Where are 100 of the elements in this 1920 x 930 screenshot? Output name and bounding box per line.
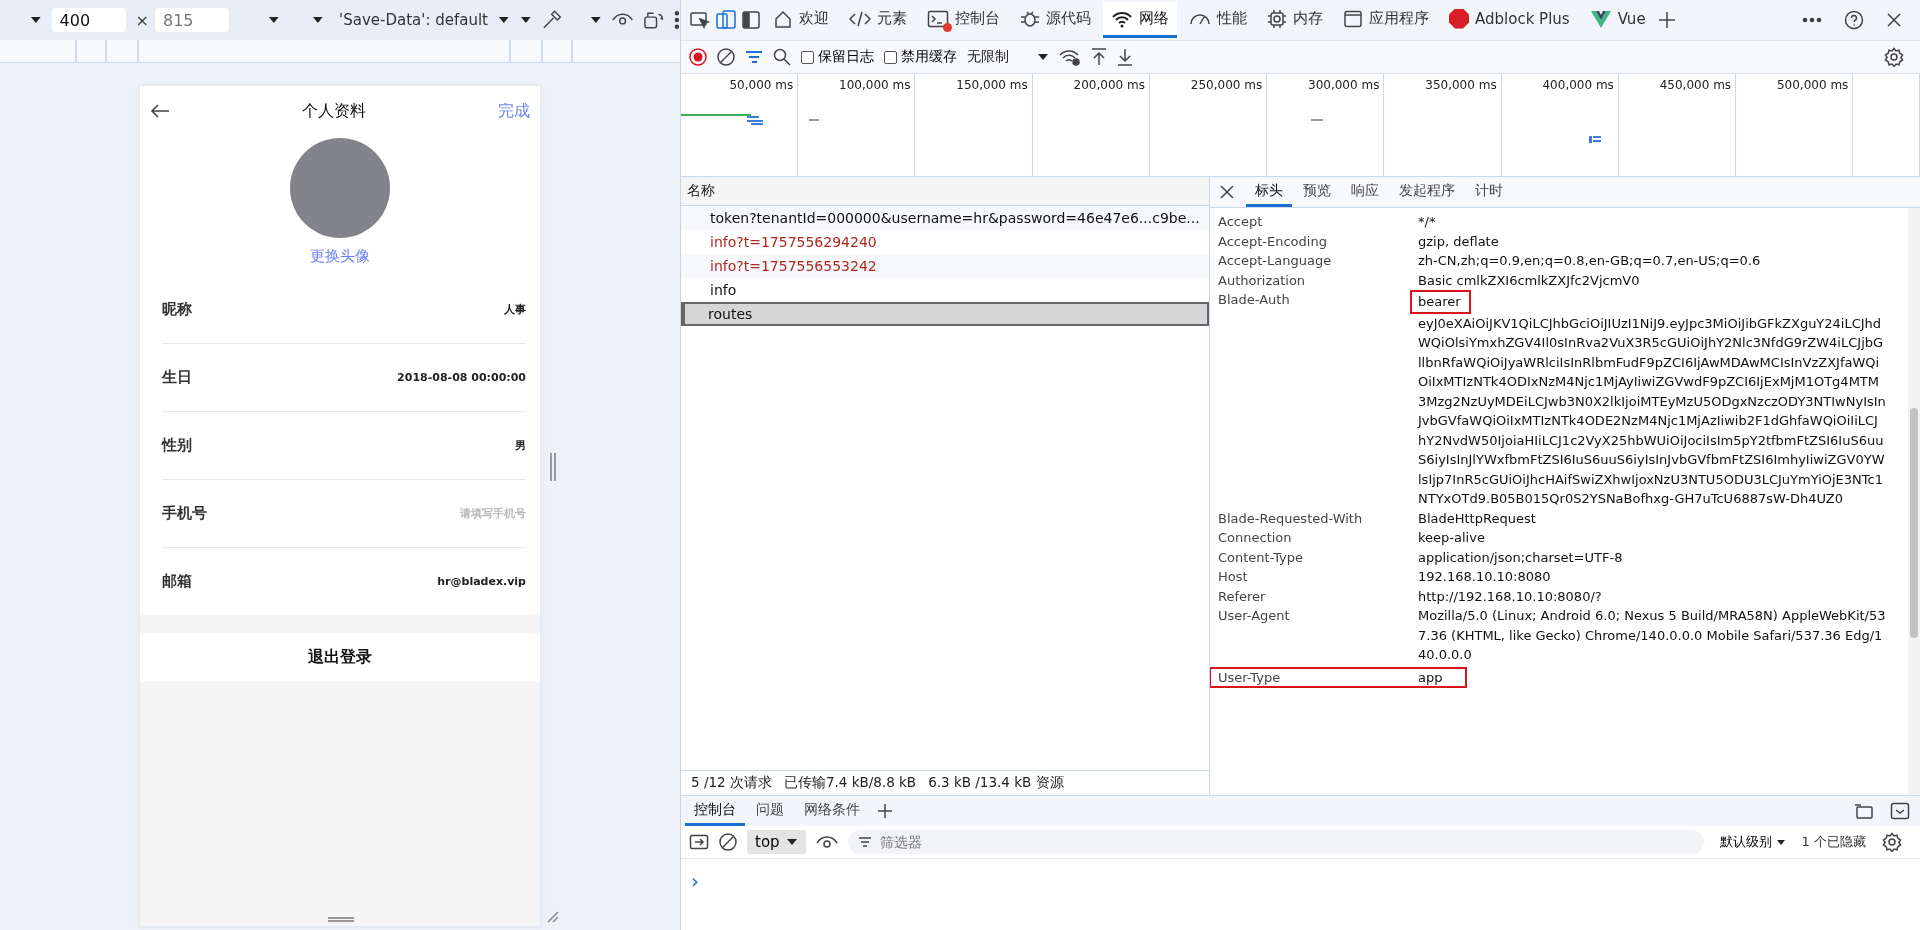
chip-icon[interactable] (1267, 8, 1287, 29)
clear-icon[interactable] (719, 833, 737, 851)
request-row[interactable]: info?t=1757556553242 (681, 254, 1209, 278)
devtools-tab[interactable]: 网络 (1103, 2, 1177, 38)
detail-tab[interactable]: 标头 (1246, 177, 1292, 207)
timeline-tick-label: 500,000 ms (1776, 78, 1849, 92)
settings-icon[interactable] (1882, 832, 1902, 852)
highlighted-header-row: User-Type app (1210, 667, 1466, 687)
header-row-text: Authorization Basic cmlkZXI6cmlkZXJfc2VjcmV0 (1217, 271, 1641, 290)
caret-icon[interactable] (1037, 53, 1049, 61)
devtools-tab[interactable]: 应用程序 (1335, 2, 1437, 38)
back-button[interactable] (150, 103, 170, 119)
more-icon[interactable] (1802, 17, 1822, 23)
devtools-tab[interactable]: 控制台 (919, 2, 1008, 38)
header-row-text: Accept-Language zh-CN,zh;q=0.9,en;q=0.8,en-GB;q=0.7,en-US;q=0.6 (1217, 252, 1762, 270)
header-row-text: Blade-Requested-With BladeHttpRequest (1217, 509, 1537, 528)
field-value: 2018-08-08 00:00:00 (397, 371, 526, 384)
change-avatar-link[interactable]: 更换头像 (310, 247, 370, 266)
page-title: 个人资料 (301, 100, 367, 122)
save-data-dropdown[interactable]: 'Save-Data': default (339, 11, 488, 29)
height-field[interactable]: 815 (155, 8, 229, 32)
filter-icon[interactable] (745, 49, 763, 65)
caret-icon[interactable] (498, 16, 510, 24)
drawer-tab[interactable]: 问题 (747, 796, 793, 826)
caret-icon[interactable] (311, 16, 324, 24)
drawer-tab[interactable]: 网络条件 (795, 796, 869, 826)
close-icon[interactable] (1220, 185, 1234, 199)
add-icon[interactable] (1657, 11, 1676, 29)
eye-icon[interactable] (611, 12, 633, 28)
network-settings-icon[interactable] (1059, 48, 1081, 66)
dock-icon[interactable] (1854, 802, 1874, 820)
settings-icon[interactable] (1884, 47, 1904, 67)
sidebar-icon[interactable] (689, 833, 709, 851)
filter-field[interactable]: 筛选器 (847, 830, 1704, 854)
caret-icon[interactable] (590, 16, 602, 24)
inspect-icon[interactable] (689, 10, 711, 30)
request-row[interactable]: info?t=1757556294240 (681, 230, 1209, 254)
resize-handle[interactable] (550, 453, 556, 481)
scrollbar-thumb[interactable] (1910, 408, 1918, 638)
request-row[interactable]: info (681, 278, 1209, 302)
done-button[interactable]: 完成 (498, 100, 530, 122)
error-badge (943, 22, 952, 32)
upload-icon[interactable] (1091, 48, 1107, 66)
devtools-tab[interactable]: Adblock Plus (1441, 2, 1578, 38)
record-icon[interactable] (689, 48, 707, 66)
eye-icon[interactable] (815, 834, 838, 850)
add-icon[interactable] (877, 803, 893, 819)
field-value: 人事 (504, 302, 526, 317)
console-prompt[interactable]: › (691, 869, 699, 893)
header-row-text: Connection keep-alive (1217, 529, 1486, 547)
devtools-tab[interactable]: 元素 (841, 2, 915, 38)
help-icon[interactable] (1844, 10, 1864, 30)
v-logo-icon[interactable] (1589, 8, 1612, 29)
disable-cache-checkbox[interactable]: 禁用缓存 (884, 48, 957, 66)
preserve-log-checkbox[interactable]: 保留日志 (801, 48, 874, 66)
console-icon[interactable] (927, 8, 949, 29)
timeline-tick-label: 350,000 ms (1425, 78, 1497, 92)
corner-resize-icon[interactable] (545, 909, 559, 923)
sidebar-icon[interactable] (741, 10, 761, 30)
devtools-tab[interactable]: 内存 (1259, 2, 1331, 38)
detail-tab[interactable]: 响应 (1342, 177, 1388, 207)
resize-handle[interactable] (328, 917, 354, 922)
close-icon[interactable] (1886, 12, 1902, 28)
clear-icon[interactable] (717, 48, 735, 66)
devtools-tab[interactable]: Vue (1581, 2, 1654, 38)
header-row-text: Host 192.168.10.10:8080 (1217, 568, 1552, 586)
logout-button[interactable]: 退出登录 (140, 633, 540, 681)
detail-tab[interactable]: 预览 (1294, 177, 1340, 207)
caret-icon[interactable] (30, 16, 42, 24)
collapse-icon[interactable] (1890, 802, 1910, 820)
caret-icon (785, 838, 798, 846)
devtools-tab[interactable]: 源代码 (1012, 2, 1099, 38)
request-row[interactable]: routes (681, 302, 1209, 326)
drawer-tab[interactable]: 控制台 (685, 796, 745, 826)
request-count: 5 /12 次请求 (691, 774, 772, 792)
request-row[interactable]: token?tenantId=000000&username=hr&password=46e47e6...c9be... (681, 206, 1209, 230)
rotate-icon[interactable] (643, 10, 665, 30)
context-dropdown[interactable]: top (747, 830, 806, 854)
device-icon[interactable] (715, 10, 737, 30)
field-label: 手机号 (162, 504, 207, 523)
detail-tab[interactable]: 发起程序 (1390, 177, 1464, 207)
more-icon[interactable] (674, 10, 681, 30)
download-icon[interactable] (1117, 48, 1133, 66)
field-label: 昵称 (162, 300, 192, 319)
devtools-tab[interactable]: 欢迎 (765, 2, 837, 38)
home-icon[interactable] (773, 8, 793, 29)
stop-sign-icon[interactable] (1449, 8, 1469, 29)
width-field[interactable]: 400 (51, 8, 126, 32)
times-icon: × (135, 10, 149, 30)
devtools-tab[interactable]: 性能 (1181, 2, 1255, 38)
caret-icon[interactable] (519, 16, 532, 24)
search-icon[interactable] (773, 48, 791, 66)
column-header[interactable]: 名称 (687, 182, 715, 200)
detail-tab[interactable]: 计时 (1466, 177, 1512, 207)
bug-icon[interactable] (1020, 8, 1040, 29)
window-icon[interactable] (1343, 8, 1363, 29)
log-level-dropdown[interactable]: 默认级别 (1713, 832, 1792, 852)
resources-size: 6.3 kB /13.4 kB 资源 (928, 774, 1064, 792)
throttling-dropdown[interactable]: 无限制 (967, 48, 1009, 66)
caret-icon[interactable] (268, 16, 280, 24)
